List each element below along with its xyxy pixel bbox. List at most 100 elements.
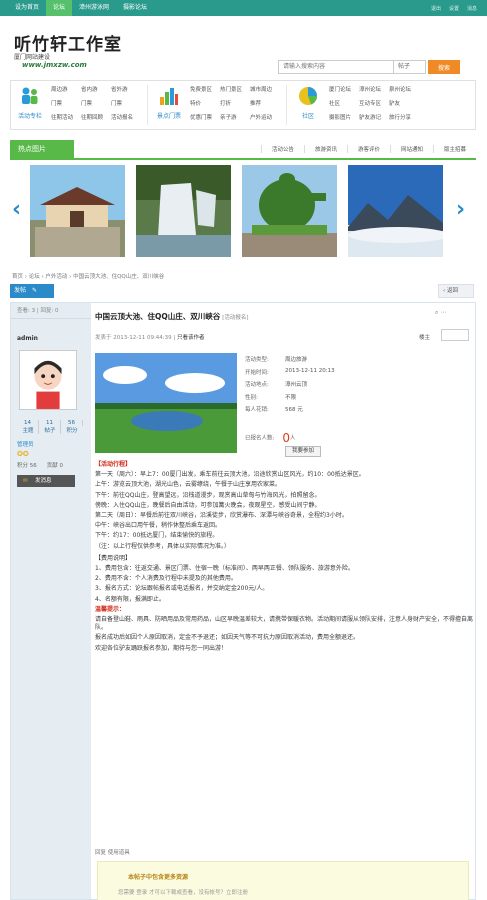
locked-body[interactable]: 您需要 登录 才可以下载或查看，没有帐号？立即注册	[118, 888, 248, 896]
nav-link[interactable]: 驴友	[389, 99, 419, 113]
stat-points[interactable]: 56 积分	[61, 420, 83, 434]
send-message-button[interactable]: ✉ 发消息	[17, 475, 75, 487]
nav-link[interactable]: 亲子游	[220, 113, 250, 127]
hot-link[interactable]: 版主招募	[432, 145, 476, 153]
nav-link[interactable]: 打折	[220, 99, 250, 113]
topnav-messages[interactable]: 消息	[467, 5, 477, 12]
hot-link[interactable]: 旅游资讯	[303, 145, 347, 153]
carousel-next-icon[interactable]: ›	[456, 197, 465, 222]
nav-link[interactable]: 推荐	[250, 99, 280, 113]
edit-icon: ✎	[31, 287, 37, 294]
notice-paragraph: 报名成功后如因个人原因取消，定金不予退还；如因天气等不可抗力原因取消活动，费用全…	[95, 634, 360, 642]
nav-group-label[interactable]: 社区	[302, 111, 314, 120]
temple-photo[interactable]	[30, 165, 125, 257]
floor-jump-input[interactable]	[441, 329, 469, 341]
avatar[interactable]	[19, 350, 77, 410]
nav-group-activities: 活动专栏 周边游 省内游 省外游 门票 门票 门票 往期活动 往期回顾 活动报名	[11, 81, 145, 129]
only-author-link[interactable]: 只看该作者	[177, 335, 205, 341]
nav-link[interactable]: 周边游	[51, 85, 81, 99]
nav-link[interactable]: 漳州论坛	[359, 85, 389, 99]
stat-posts-label: 帖子	[44, 428, 56, 434]
info-row: 活动地点: 漳州云顶	[245, 380, 335, 393]
nav-link[interactable]: 户外运动	[250, 113, 280, 127]
hot-link[interactable]: 游客评价	[346, 145, 390, 153]
nav-links-tickets: 免费景区 热门景区 城市周边 特价 打折 推荐 优惠门票 亲子游 户外运动	[190, 85, 280, 127]
logo-url: www.jmxzw.com	[22, 61, 87, 69]
nav-link[interactable]: 省外游	[111, 85, 141, 99]
search-scope-select[interactable]: 帖子	[394, 60, 426, 74]
stat-threads[interactable]: 14 主题	[17, 420, 39, 434]
nav-link[interactable]: 互动专区	[359, 99, 389, 113]
section-heading: 【费用说明】	[95, 554, 132, 562]
nav-link[interactable]: 驴友游记	[359, 113, 389, 127]
info-value: 周边旅游	[285, 357, 308, 363]
post-category[interactable]: [活动报名]	[222, 315, 248, 321]
topnav-home[interactable]: 设为首页	[8, 0, 46, 16]
content-paragraph: 第二天（周日）：早餐后前往双川峡谷，沿溪徒步，欣赏瀑布、深潭与峡谷奇景，全程约3…	[95, 512, 348, 520]
nav-group-label[interactable]: 景点门票	[157, 111, 181, 120]
nav-link[interactable]: 门票	[51, 99, 81, 113]
nav-link[interactable]: 门票	[81, 99, 111, 113]
waterfall-photo[interactable]	[136, 165, 231, 257]
nav-link[interactable]: 社区	[329, 99, 359, 113]
nav-link[interactable]: 城市周边	[250, 85, 280, 99]
bar-chart-icon	[160, 88, 178, 105]
category-nav-panel: 活动专栏 周边游 省内游 省外游 门票 门票 门票 往期活动 往期回顾 活动报名…	[10, 80, 476, 130]
search-button[interactable]: 搜索	[428, 60, 460, 74]
top-nav-bar: 设为首页 论坛 漳州游泳网 摄影论坛 退出 设置 消息	[0, 0, 487, 16]
topnav-photo[interactable]: 摄影论坛	[116, 0, 154, 16]
nav-link[interactable]: 门票	[111, 99, 141, 113]
content-paragraph: 3、报名方式：论坛跟帖报名或电话报名，并交纳定金200元/人。	[95, 585, 269, 593]
topiary-photo[interactable]	[242, 165, 337, 257]
nav-link[interactable]: 省内游	[81, 85, 111, 99]
nav-link[interactable]: 摄影图片	[329, 113, 359, 127]
nav-link[interactable]: 厦门论坛	[329, 85, 359, 99]
topnav-logout[interactable]: 退出	[431, 5, 441, 12]
hot-link[interactable]: 网站通知	[389, 145, 433, 153]
content-paragraph: 下午：前往QQ山庄，登高望远，沿栈道漫步，观赏高山草甸与竹海风光，拍照留念。	[95, 491, 321, 499]
stat-points-label: 积分	[66, 428, 78, 434]
nav-link[interactable]: 往期回顾	[81, 113, 111, 127]
nav-link[interactable]: 优惠门票	[190, 113, 220, 127]
back-button[interactable]: ‹ 返回	[438, 284, 474, 298]
post-title-text: 中国云顶大池、住QQ山庄、双川峡谷	[95, 312, 221, 321]
carousel-prev-icon[interactable]: ‹	[12, 197, 21, 222]
reply-tools[interactable]: 回复 使用道具	[95, 848, 130, 856]
send-message-label: 发消息	[35, 478, 52, 484]
info-key: 性别:	[245, 394, 258, 401]
mountain-photo[interactable]	[348, 165, 443, 257]
nav-link[interactable]: 热门景区	[220, 85, 250, 99]
nav-group-icon-wrap[interactable]: 社区	[293, 85, 323, 120]
content-paragraph: 4、名额有限，报满即止。	[95, 595, 165, 603]
nav-link[interactable]: 免费景区	[190, 85, 220, 99]
new-post-button[interactable]: 发帖 ✎	[10, 284, 54, 298]
nav-group-icon-wrap[interactable]: 活动专栏	[15, 85, 45, 120]
content-paragraph: 下午：约17：00抵达厦门，结束愉快的旅程。	[95, 532, 219, 540]
nav-group-label[interactable]: 活动专栏	[18, 111, 42, 120]
site-header: 听竹轩工作室 厦门网站建设 www.jmxzw.com 帖子 搜索	[0, 16, 487, 74]
search-icon[interactable]: ⌕	[435, 309, 438, 316]
nav-link[interactable]: 旅行分享	[389, 113, 419, 127]
nav-link[interactable]: 往期活动	[51, 113, 81, 127]
author-name[interactable]: admin	[17, 335, 91, 342]
breadcrumb[interactable]: 首页 › 论坛 › 户外活动 › 中国云顶大池、住QQ山庄、双川峡谷	[12, 272, 164, 280]
search-input[interactable]	[278, 60, 394, 74]
join-event-button[interactable]: 我要参加	[285, 446, 321, 457]
more-icon[interactable]: ⋯	[440, 309, 446, 316]
nav-link[interactable]: 活动报名	[111, 113, 141, 127]
nav-link[interactable]: 特价	[190, 99, 220, 113]
hot-images-tab[interactable]: 热点图片	[10, 140, 74, 158]
hot-link[interactable]: 活动公告	[260, 145, 304, 153]
topnav-settings[interactable]: 设置	[449, 5, 459, 12]
hot-images-bar: 热点图片 活动公告 旅游资讯 游客评价 网站通知 版主招募	[10, 138, 476, 160]
nav-link[interactable]: 泉州论坛	[389, 85, 419, 99]
lake-photo[interactable]	[95, 353, 237, 453]
nav-group-community: 社区 厦门论坛 漳州论坛 泉州论坛 社区 互动专区 驴友 摄影图片 驴友游记 旅…	[289, 81, 423, 129]
event-info: 活动类型: 周边旅游 开始时间: 2013-12-11 20:13 活动地点: 漳州云…	[245, 355, 335, 418]
topnav-zhangzhou[interactable]: 漳州游泳网	[72, 0, 116, 16]
section-heading: 【活动行程】	[95, 461, 132, 468]
topnav-forum[interactable]: 论坛	[46, 0, 73, 16]
content-paragraph: 傍晚：入住QQ山庄，晚餐后自由活动，可参加篝火晚会，夜观星空，感受山间宁静。	[95, 501, 321, 509]
nav-group-icon-wrap[interactable]: 景点门票	[154, 85, 184, 120]
stat-posts[interactable]: 11 帖子	[39, 420, 61, 434]
